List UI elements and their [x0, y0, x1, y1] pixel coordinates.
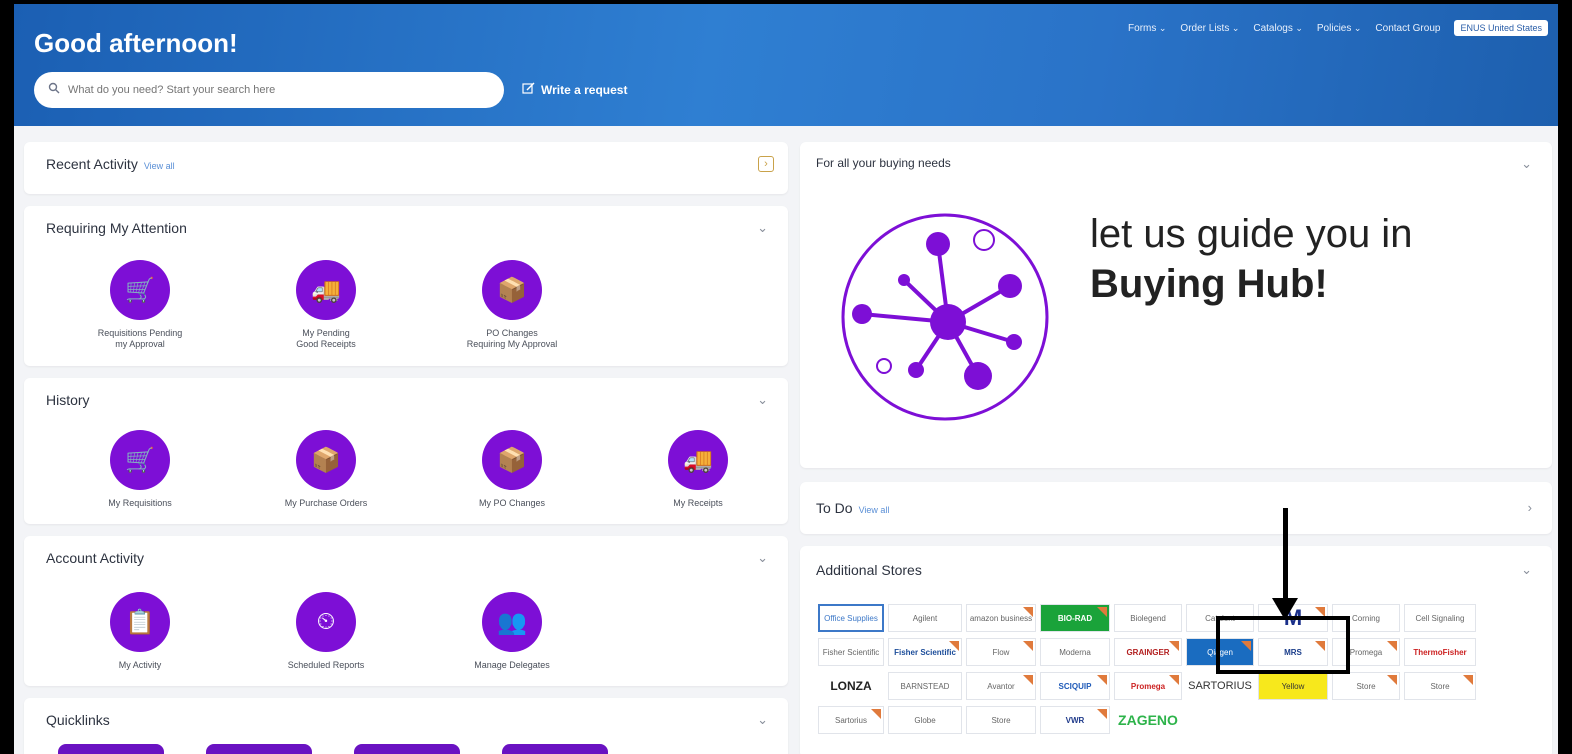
guide-text-line2: Buying Hub!: [1090, 262, 1328, 306]
box-icon: 📦: [482, 260, 542, 320]
store-logo[interactable]: Agilent: [888, 604, 962, 632]
nav-forms[interactable]: Forms: [1128, 23, 1166, 34]
store-logo[interactable]: Fisher Scientific: [888, 638, 962, 666]
write-request-link[interactable]: Write a request: [522, 82, 627, 98]
requiring-attention-title: Requiring My Attention: [46, 220, 187, 236]
store-logo[interactable]: SARTORIUS: [1186, 672, 1254, 700]
recent-activity-card: Recent Activity View all ›: [24, 142, 788, 194]
recent-activity-title: Recent Activity View all: [46, 156, 175, 172]
requiring-attention-card: Requiring My Attention ⌄ 🛒 Requisitions …: [24, 206, 788, 366]
chevron-down-icon[interactable]: ⌄: [1521, 156, 1532, 172]
box-icon: 📦: [296, 430, 356, 490]
store-logo[interactable]: amazon business: [966, 604, 1036, 632]
store-logo[interactable]: Promega: [1114, 672, 1182, 700]
search-input[interactable]: [68, 84, 468, 96]
chevron-down-icon[interactable]: ⌄: [1521, 562, 1532, 578]
store-logo[interactable]: GRAINGER: [1114, 638, 1182, 666]
store-logo[interactable]: Flow: [966, 638, 1036, 666]
search-bar[interactable]: [34, 72, 504, 108]
tile-my-requisitions[interactable]: 🛒 My Requisitions: [60, 430, 220, 509]
tile-my-po-changes[interactable]: 📦 My PO Changes: [432, 430, 592, 509]
quicklink-button-1[interactable]: [58, 744, 164, 754]
tile-my-activity[interactable]: 📋 My Activity: [60, 592, 220, 671]
annotation-highlight-box: [1216, 616, 1350, 674]
store-logo[interactable]: Sartorius: [818, 706, 884, 734]
people-icon: 👥: [482, 592, 542, 652]
annotation-arrow-shaft: [1283, 508, 1288, 604]
chevron-right-icon[interactable]: ›: [1528, 500, 1532, 515]
top-navigation: Forms Order Lists Catalogs Policies Cont…: [1128, 20, 1548, 36]
additional-stores-title: Additional Stores: [816, 562, 922, 578]
tile-scheduled-reports[interactable]: ⏲ Scheduled Reports: [246, 592, 406, 671]
buying-needs-title: For all your buying needs: [816, 156, 951, 170]
chevron-down-icon[interactable]: ⌄: [757, 550, 768, 566]
nav-contact-group[interactable]: Contact Group: [1375, 23, 1440, 34]
store-logo[interactable]: Store: [966, 706, 1036, 734]
network-hub-icon: [841, 213, 1049, 421]
truck-icon: 🚚: [296, 260, 356, 320]
todo-card[interactable]: To Do View all ›: [800, 482, 1552, 534]
tile-po-changes-approval[interactable]: 📦 PO Changes Requiring My Approval: [432, 260, 592, 350]
store-logo[interactable]: VWR: [1040, 706, 1110, 734]
store-logo[interactable]: LONZA: [818, 672, 884, 700]
quicklinks-title: Quicklinks: [46, 712, 110, 728]
cart-icon: 🛒: [110, 260, 170, 320]
guide-text-line1: let us guide you in: [1090, 212, 1413, 256]
tile-my-receipts[interactable]: 🚚 My Receipts: [618, 430, 778, 509]
quicklink-button-4[interactable]: [502, 744, 608, 754]
store-logo[interactable]: Globe: [888, 706, 962, 734]
box-change-icon: 📦: [482, 430, 542, 490]
todo-view-all[interactable]: View all: [859, 505, 890, 515]
nav-catalogs[interactable]: Catalogs: [1253, 23, 1303, 34]
search-icon: [48, 81, 60, 99]
chevron-down-icon[interactable]: ⌄: [757, 220, 768, 236]
account-activity-card: Account Activity ⌄ 📋 My Activity ⏲ Sched…: [24, 536, 788, 686]
locale-selector[interactable]: ENUS United States: [1454, 20, 1548, 36]
header-banner: Good afternoon! Write a request Forms Or…: [14, 4, 1558, 126]
truck-icon: 🚚: [668, 430, 728, 490]
tile-manage-delegates[interactable]: 👥 Manage Delegates: [432, 592, 592, 671]
greeting-title: Good afternoon!: [34, 28, 238, 58]
store-logo[interactable]: Cell Signaling: [1404, 604, 1476, 632]
tile-requisitions-pending[interactable]: 🛒 Requisitions Pending my Approval: [60, 260, 220, 350]
quicklink-button-2[interactable]: [206, 744, 312, 754]
store-logo[interactable]: SCIQUIP: [1040, 672, 1110, 700]
cart-icon: 🛒: [110, 430, 170, 490]
account-activity-title: Account Activity: [46, 550, 145, 566]
store-logo[interactable]: Fisher Scientific: [818, 638, 884, 666]
buying-needs-card: For all your buying needs ⌄ let us guide…: [800, 142, 1552, 468]
recent-activity-view-all[interactable]: View all: [144, 161, 175, 171]
todo-title: To Do View all: [816, 500, 890, 516]
store-logo[interactable]: Biolegend: [1114, 604, 1182, 632]
store-logo[interactable]: ZAGENO: [1114, 706, 1182, 734]
expand-panel-icon[interactable]: ›: [758, 156, 774, 172]
history-title: History: [46, 392, 90, 408]
store-logo[interactable]: BIO-RAD: [1040, 604, 1110, 632]
edit-icon: [522, 82, 535, 98]
nav-order-lists[interactable]: Order Lists: [1180, 23, 1239, 34]
store-logo[interactable]: ThermoFisher: [1404, 638, 1476, 666]
store-logo[interactable]: Avantor: [966, 672, 1036, 700]
tile-my-purchase-orders[interactable]: 📦 My Purchase Orders: [246, 430, 406, 509]
store-logo[interactable]: Store: [1404, 672, 1476, 700]
clock-icon: ⏲: [296, 592, 356, 652]
chevron-down-icon[interactable]: ⌄: [757, 712, 768, 728]
write-request-label: Write a request: [541, 83, 628, 97]
store-logo[interactable]: Moderna: [1040, 638, 1110, 666]
clipboard-icon: 📋: [110, 592, 170, 652]
history-card: History ⌄ 🛒 My Requisitions 📦 My Purchas…: [24, 378, 788, 524]
quicklink-button-3[interactable]: [354, 744, 460, 754]
store-logo[interactable]: Store: [1332, 672, 1400, 700]
nav-policies[interactable]: Policies: [1317, 23, 1362, 34]
store-logo[interactable]: BARNSTEAD: [888, 672, 962, 700]
chevron-down-icon[interactable]: ⌄: [757, 392, 768, 408]
tile-pending-good-receipts[interactable]: 🚚 My Pending Good Receipts: [246, 260, 406, 350]
store-logo[interactable]: Office Supplies: [818, 604, 884, 632]
store-logo[interactable]: Yellow: [1258, 672, 1328, 700]
